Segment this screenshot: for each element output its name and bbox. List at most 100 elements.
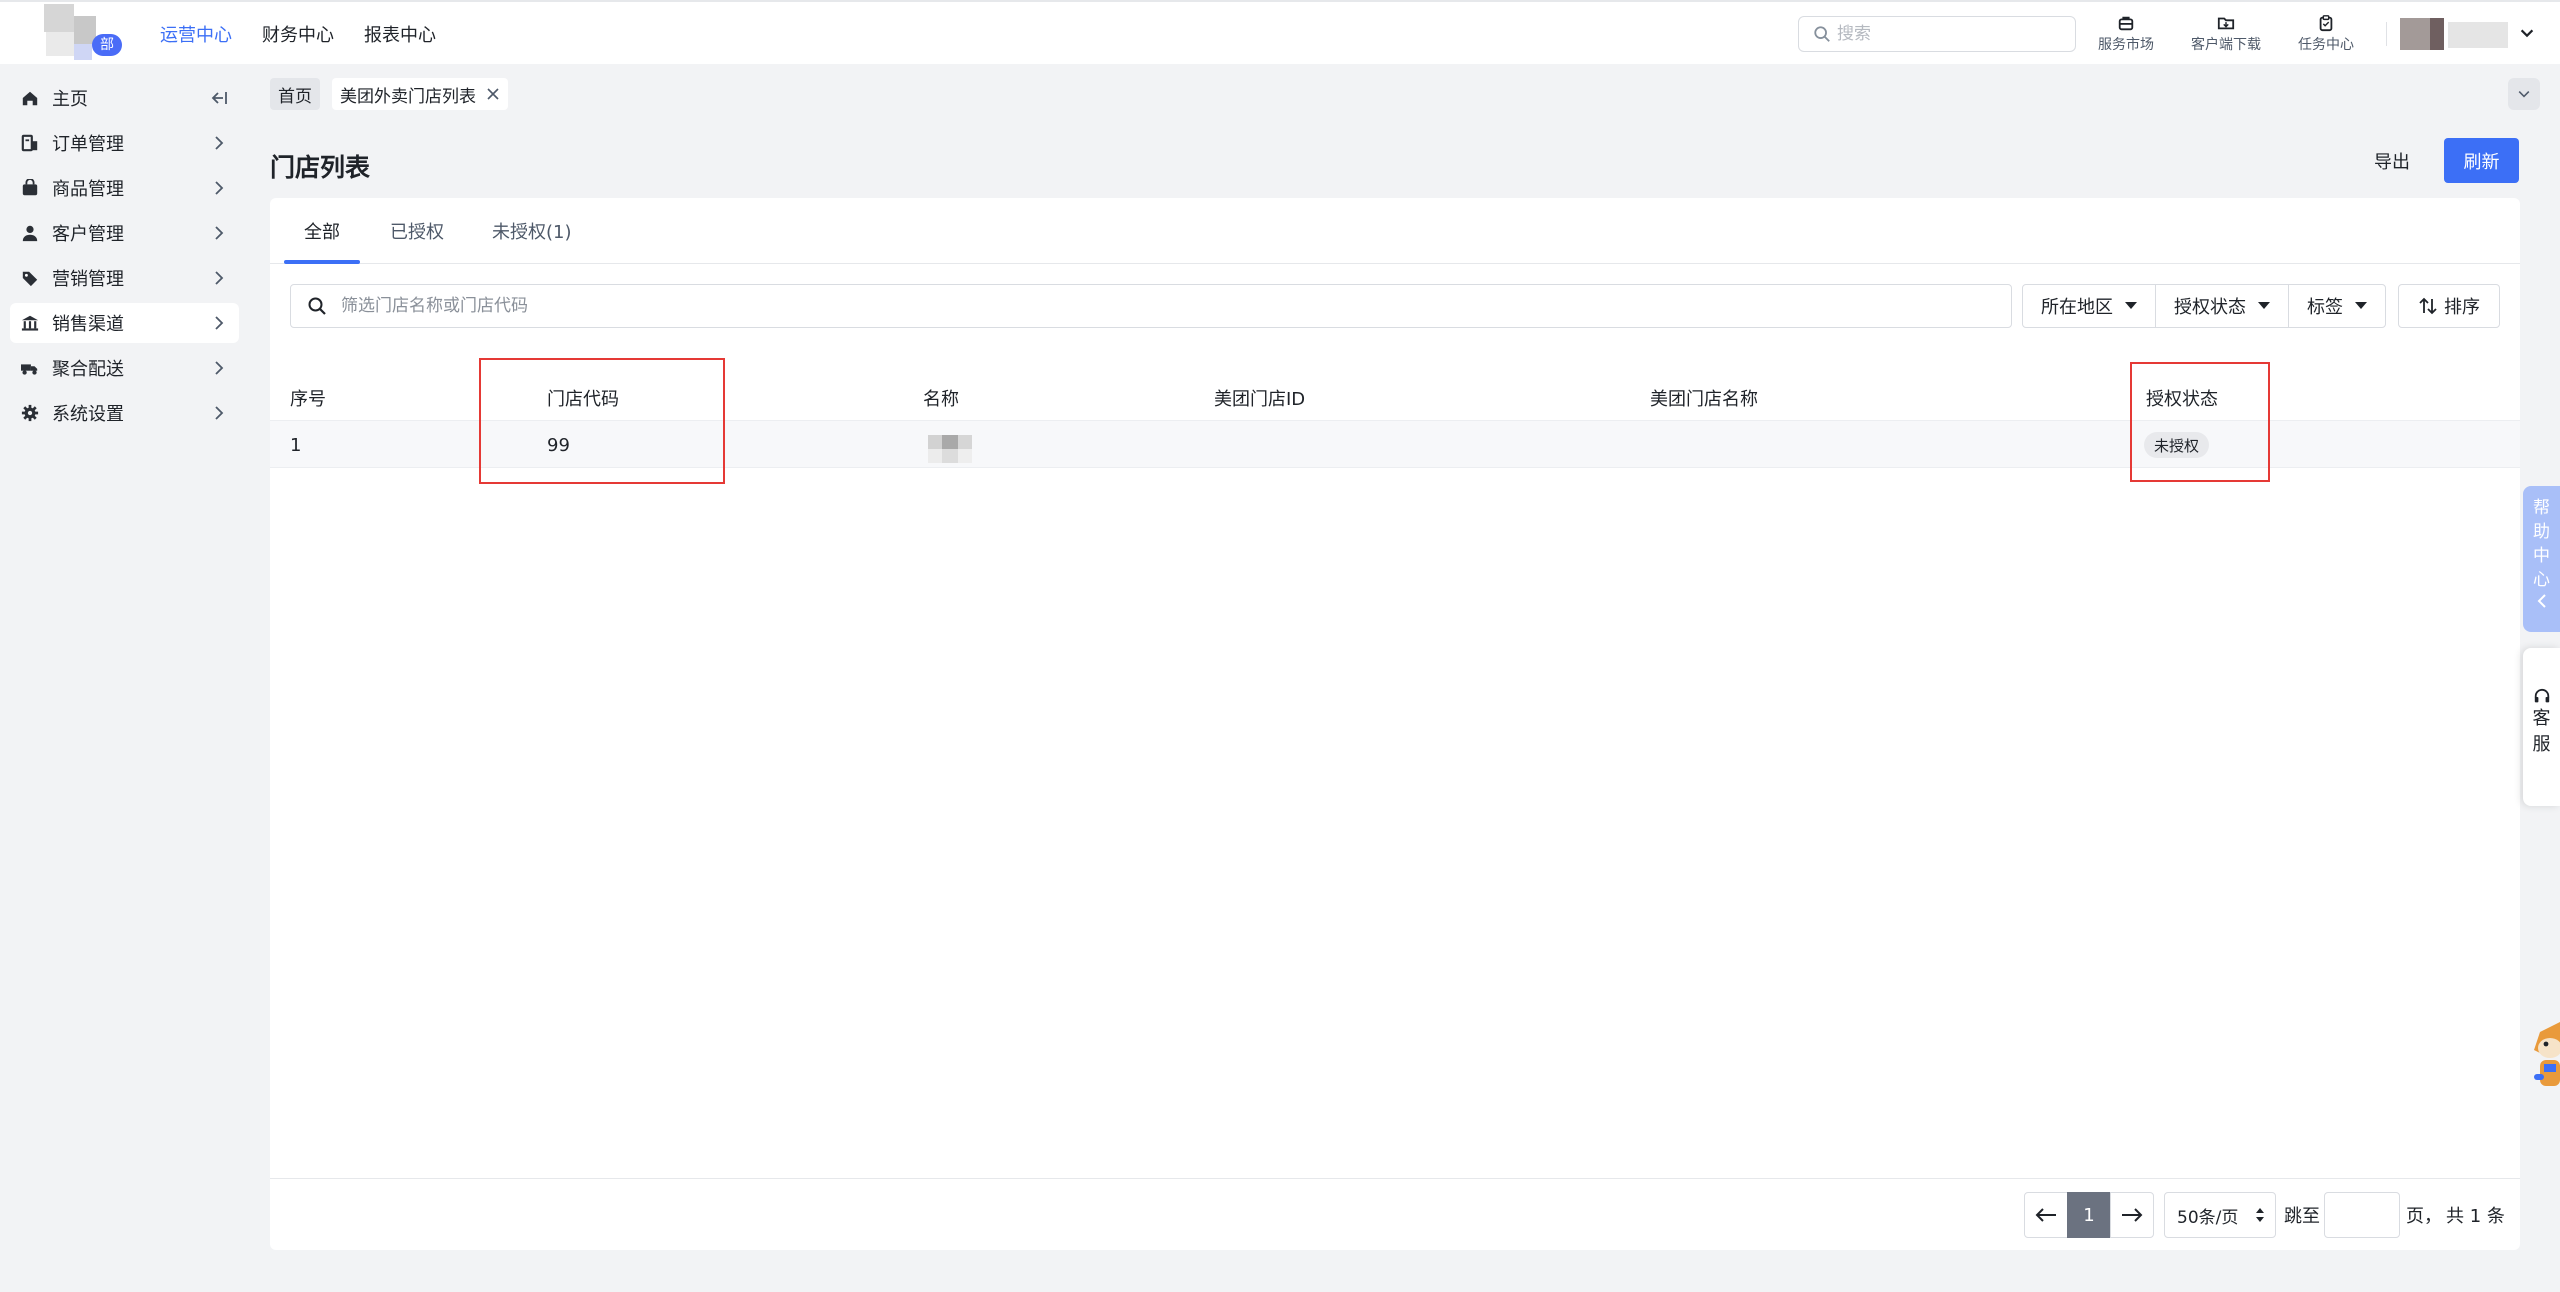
footer-divider	[270, 1178, 2520, 1179]
next-page-button[interactable]	[2110, 1192, 2154, 1238]
user-menu[interactable]	[2400, 16, 2540, 52]
customer-service-tab[interactable]: 客 服	[2523, 648, 2560, 806]
global-search[interactable]	[1798, 16, 2076, 52]
sidebar-item-delivery[interactable]: 聚合配送	[10, 348, 239, 388]
region-dropdown[interactable]: 所在地区	[2023, 285, 2156, 327]
bag-icon	[20, 178, 40, 198]
chevron-right-icon	[215, 361, 224, 375]
sidebar: 主页 订单管理 商品管理 客户管理 营销管理 销售渠道 聚合配送 系统设置	[0, 64, 250, 1292]
nav-reports[interactable]: 报表中心	[364, 21, 436, 47]
logo[interactable]: 部	[30, 4, 130, 60]
chevron-down-icon	[2520, 29, 2534, 38]
sidebar-item-label: 营销管理	[52, 269, 124, 290]
sidebar-item-home[interactable]: 主页	[10, 78, 239, 118]
tag-dropdown[interactable]: 标签	[2289, 285, 2385, 327]
sidebar-item-label: 订单管理	[52, 134, 124, 155]
home-icon	[20, 88, 40, 108]
page-size-value: 50条/页	[2177, 1207, 2239, 1228]
search-input[interactable]	[1837, 24, 2057, 44]
store-filter-field[interactable]	[290, 284, 2012, 328]
highlight-box-auth-status	[2130, 362, 2270, 482]
filter-dropdowns: 所在地区 授权状态 标签	[2022, 284, 2386, 328]
tab-label: 美团外卖门店列表	[340, 86, 476, 107]
arrow-left-icon	[2035, 1208, 2056, 1222]
top-nav: 运营中心 财务中心 报表中心	[160, 2, 436, 66]
page-1-button[interactable]: 1	[2067, 1192, 2111, 1238]
tool-client-download[interactable]: 客户端下载	[2184, 10, 2268, 58]
tab-authorized[interactable]: 已授权	[390, 198, 444, 264]
page-size-select[interactable]: 50条/页	[2164, 1192, 2276, 1238]
tab-meituan-store-list[interactable]: 美团外卖门店列表	[332, 78, 508, 110]
status-tabs: 全部 已授权 未授权(1)	[270, 198, 2520, 264]
sidebar-item-label: 聚合配送	[52, 359, 124, 380]
search-icon	[1814, 26, 1830, 42]
chevron-right-icon	[215, 226, 224, 240]
chevron-down-icon	[2518, 91, 2530, 98]
active-tab-indicator	[284, 260, 360, 264]
chevron-right-icon	[215, 136, 224, 150]
column-header-meituan-name: 美团门店名称	[1650, 389, 1758, 410]
avatar	[2400, 18, 2430, 50]
caret-down-icon	[2355, 302, 2367, 309]
tool-label: 服务市场	[2098, 37, 2154, 53]
store-filter-input[interactable]	[341, 296, 1941, 316]
collapse-sidebar-icon[interactable]	[209, 88, 229, 108]
cell-index: 1	[290, 434, 302, 456]
order-icon	[20, 133, 40, 153]
caret-down-icon	[2258, 302, 2270, 309]
bank-icon	[20, 313, 40, 333]
highlight-box-store-code	[479, 358, 725, 484]
help-char: 心	[2533, 570, 2550, 590]
auth-status-dropdown[interactable]: 授权状态	[2156, 285, 2289, 327]
cell-name-redacted	[928, 435, 972, 463]
service-char: 服	[2532, 734, 2551, 755]
dropdown-label: 授权状态	[2174, 297, 2246, 318]
shop-icon	[2118, 16, 2134, 31]
tab-all[interactable]: 全部	[304, 198, 340, 264]
nav-finance[interactable]: 财务中心	[262, 21, 334, 47]
arrow-right-icon	[2122, 1208, 2143, 1222]
chevron-right-icon	[215, 271, 224, 285]
select-arrows-icon	[2256, 1208, 2264, 1222]
refresh-button[interactable]: 刷新	[2444, 138, 2519, 183]
jump-label: 跳至	[2284, 1206, 2320, 1227]
nav-operations[interactable]: 运营中心	[160, 21, 232, 47]
column-header-name: 名称	[923, 389, 959, 410]
prev-page-button[interactable]	[2024, 1192, 2068, 1238]
tab-unauthorized[interactable]: 未授权(1)	[492, 198, 572, 264]
mascot-icon[interactable]	[2526, 1012, 2560, 1098]
chevron-right-icon	[215, 406, 224, 420]
sidebar-item-products[interactable]: 商品管理	[10, 168, 239, 208]
tool-task-center[interactable]: 任务中心	[2290, 10, 2362, 58]
sidebar-item-customers[interactable]: 客户管理	[10, 213, 239, 253]
sidebar-item-label: 客户管理	[52, 224, 124, 245]
dropdown-label: 所在地区	[2041, 297, 2113, 318]
service-char: 客	[2532, 708, 2551, 729]
caret-down-icon	[2125, 302, 2137, 309]
tool-label: 客户端下载	[2191, 37, 2261, 53]
sidebar-item-sales-channels[interactable]: 销售渠道	[10, 303, 239, 343]
jump-page-input[interactable]	[2324, 1192, 2400, 1238]
total-count: 共 1 条	[2446, 1206, 2505, 1227]
close-icon[interactable]	[486, 87, 500, 101]
tool-service-market[interactable]: 服务市场	[2090, 10, 2162, 58]
tabs-menu-button[interactable]	[2508, 78, 2540, 110]
help-char: 中	[2533, 546, 2550, 566]
export-button[interactable]: 导出	[2362, 140, 2422, 182]
help-center-tab[interactable]: 帮 助 中 心	[2523, 486, 2560, 632]
user-name	[2448, 22, 2508, 48]
sidebar-item-marketing[interactable]: 营销管理	[10, 258, 239, 298]
sidebar-item-label: 主页	[52, 89, 88, 110]
sidebar-item-settings[interactable]: 系统设置	[10, 393, 239, 433]
sort-label: 排序	[2444, 297, 2480, 318]
search-icon	[308, 297, 326, 315]
tab-home[interactable]: 首页	[270, 78, 320, 110]
delivery-icon	[20, 358, 40, 378]
help-char: 助	[2533, 522, 2550, 542]
headset-icon	[2534, 688, 2549, 703]
clipboard-icon	[2319, 15, 2333, 32]
sort-button[interactable]: 排序	[2398, 284, 2500, 328]
sidebar-item-label: 销售渠道	[52, 314, 124, 335]
sidebar-item-orders[interactable]: 订单管理	[10, 123, 239, 163]
top-bar: 部 运营中心 财务中心 报表中心 服务市场 客户端下载 任务中心	[0, 0, 2560, 64]
